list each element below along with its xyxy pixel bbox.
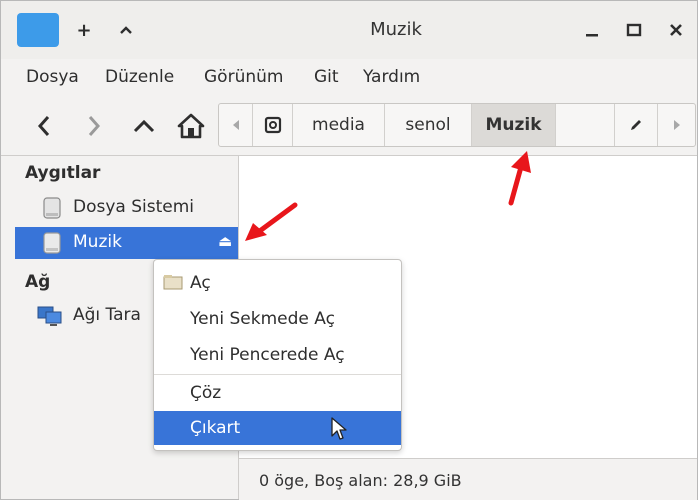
up-button[interactable] <box>127 109 161 143</box>
breadcrumb: media senol Muzik <box>218 103 696 147</box>
menu-file[interactable]: Dosya <box>26 67 79 87</box>
file-manager-window: + Muzik Dosya Düzenle Görünüm Git Yardım <box>0 0 698 500</box>
folder-icon <box>163 275 183 290</box>
window-title: Muzik <box>370 19 422 40</box>
menu-item-unmount[interactable]: Çöz <box>154 376 401 410</box>
chevron-up-icon[interactable] <box>113 17 139 43</box>
title-bar: + Muzik <box>1 1 697 59</box>
status-text: 0 öge, Boş alan: 28,9 GiB <box>259 471 462 490</box>
sidebar-item-label: Dosya Sistemi <box>73 197 195 217</box>
sidebar-item-label: Muzik <box>73 232 122 252</box>
menu-separator <box>154 374 401 375</box>
sidebar-item-label: Ağı Tara <box>73 305 141 325</box>
sidebar-item-muzik[interactable]: Muzik ⏏ <box>15 227 238 259</box>
forward-button[interactable] <box>77 109 111 143</box>
root-drive-icon[interactable] <box>253 104 293 146</box>
close-button[interactable] <box>663 17 689 43</box>
new-tab-button[interactable]: + <box>71 17 97 43</box>
home-button[interactable] <box>174 109 208 143</box>
menu-view[interactable]: Görünüm <box>204 67 283 87</box>
path-segment-muzik[interactable]: Muzik <box>472 104 556 146</box>
path-segment-media[interactable]: media <box>293 104 385 146</box>
context-menu: Aç Yeni Sekmede Aç Yeni Pencerede Aç Çöz… <box>153 259 402 451</box>
mouse-cursor-icon <box>331 417 347 440</box>
menu-bar: Dosya Düzenle Görünüm Git Yardım <box>1 59 697 95</box>
sidebar-item-filesystem[interactable]: Dosya Sistemi <box>15 192 238 224</box>
menu-item-open[interactable]: Aç <box>154 266 401 300</box>
annotation-arrow-sidebar <box>245 202 298 241</box>
status-bar: 0 öge, Boş alan: 28,9 GiB <box>239 458 697 500</box>
drive-icon <box>43 232 61 254</box>
devices-heading: Aygıtlar <box>25 163 101 183</box>
annotation-arrow-path <box>508 151 531 206</box>
back-button[interactable] <box>27 109 61 143</box>
menu-item-eject[interactable]: Çıkart <box>154 411 401 445</box>
menu-item-open-new-window[interactable]: Yeni Pencerede Aç <box>154 338 401 372</box>
sidebar-item-network[interactable]: Ağı Tara <box>15 300 151 332</box>
minimize-button[interactable] <box>579 17 605 43</box>
eject-icon[interactable]: ⏏ <box>218 232 232 250</box>
edit-path-button[interactable] <box>614 104 658 146</box>
network-heading: Ağ <box>25 272 51 292</box>
scroll-left-button[interactable] <box>219 104 253 146</box>
menu-edit[interactable]: Düzenle <box>105 67 174 87</box>
path-segment-senol[interactable]: senol <box>385 104 472 146</box>
menu-help[interactable]: Yardım <box>363 67 420 87</box>
menu-go[interactable]: Git <box>314 67 339 87</box>
menu-item-open-new-tab[interactable]: Yeni Sekmede Aç <box>154 302 401 336</box>
maximize-button[interactable] <box>621 17 647 43</box>
folder-app-icon <box>17 13 59 47</box>
network-icon <box>37 306 62 326</box>
drive-icon <box>43 197 61 219</box>
scroll-right-button[interactable] <box>658 104 695 146</box>
